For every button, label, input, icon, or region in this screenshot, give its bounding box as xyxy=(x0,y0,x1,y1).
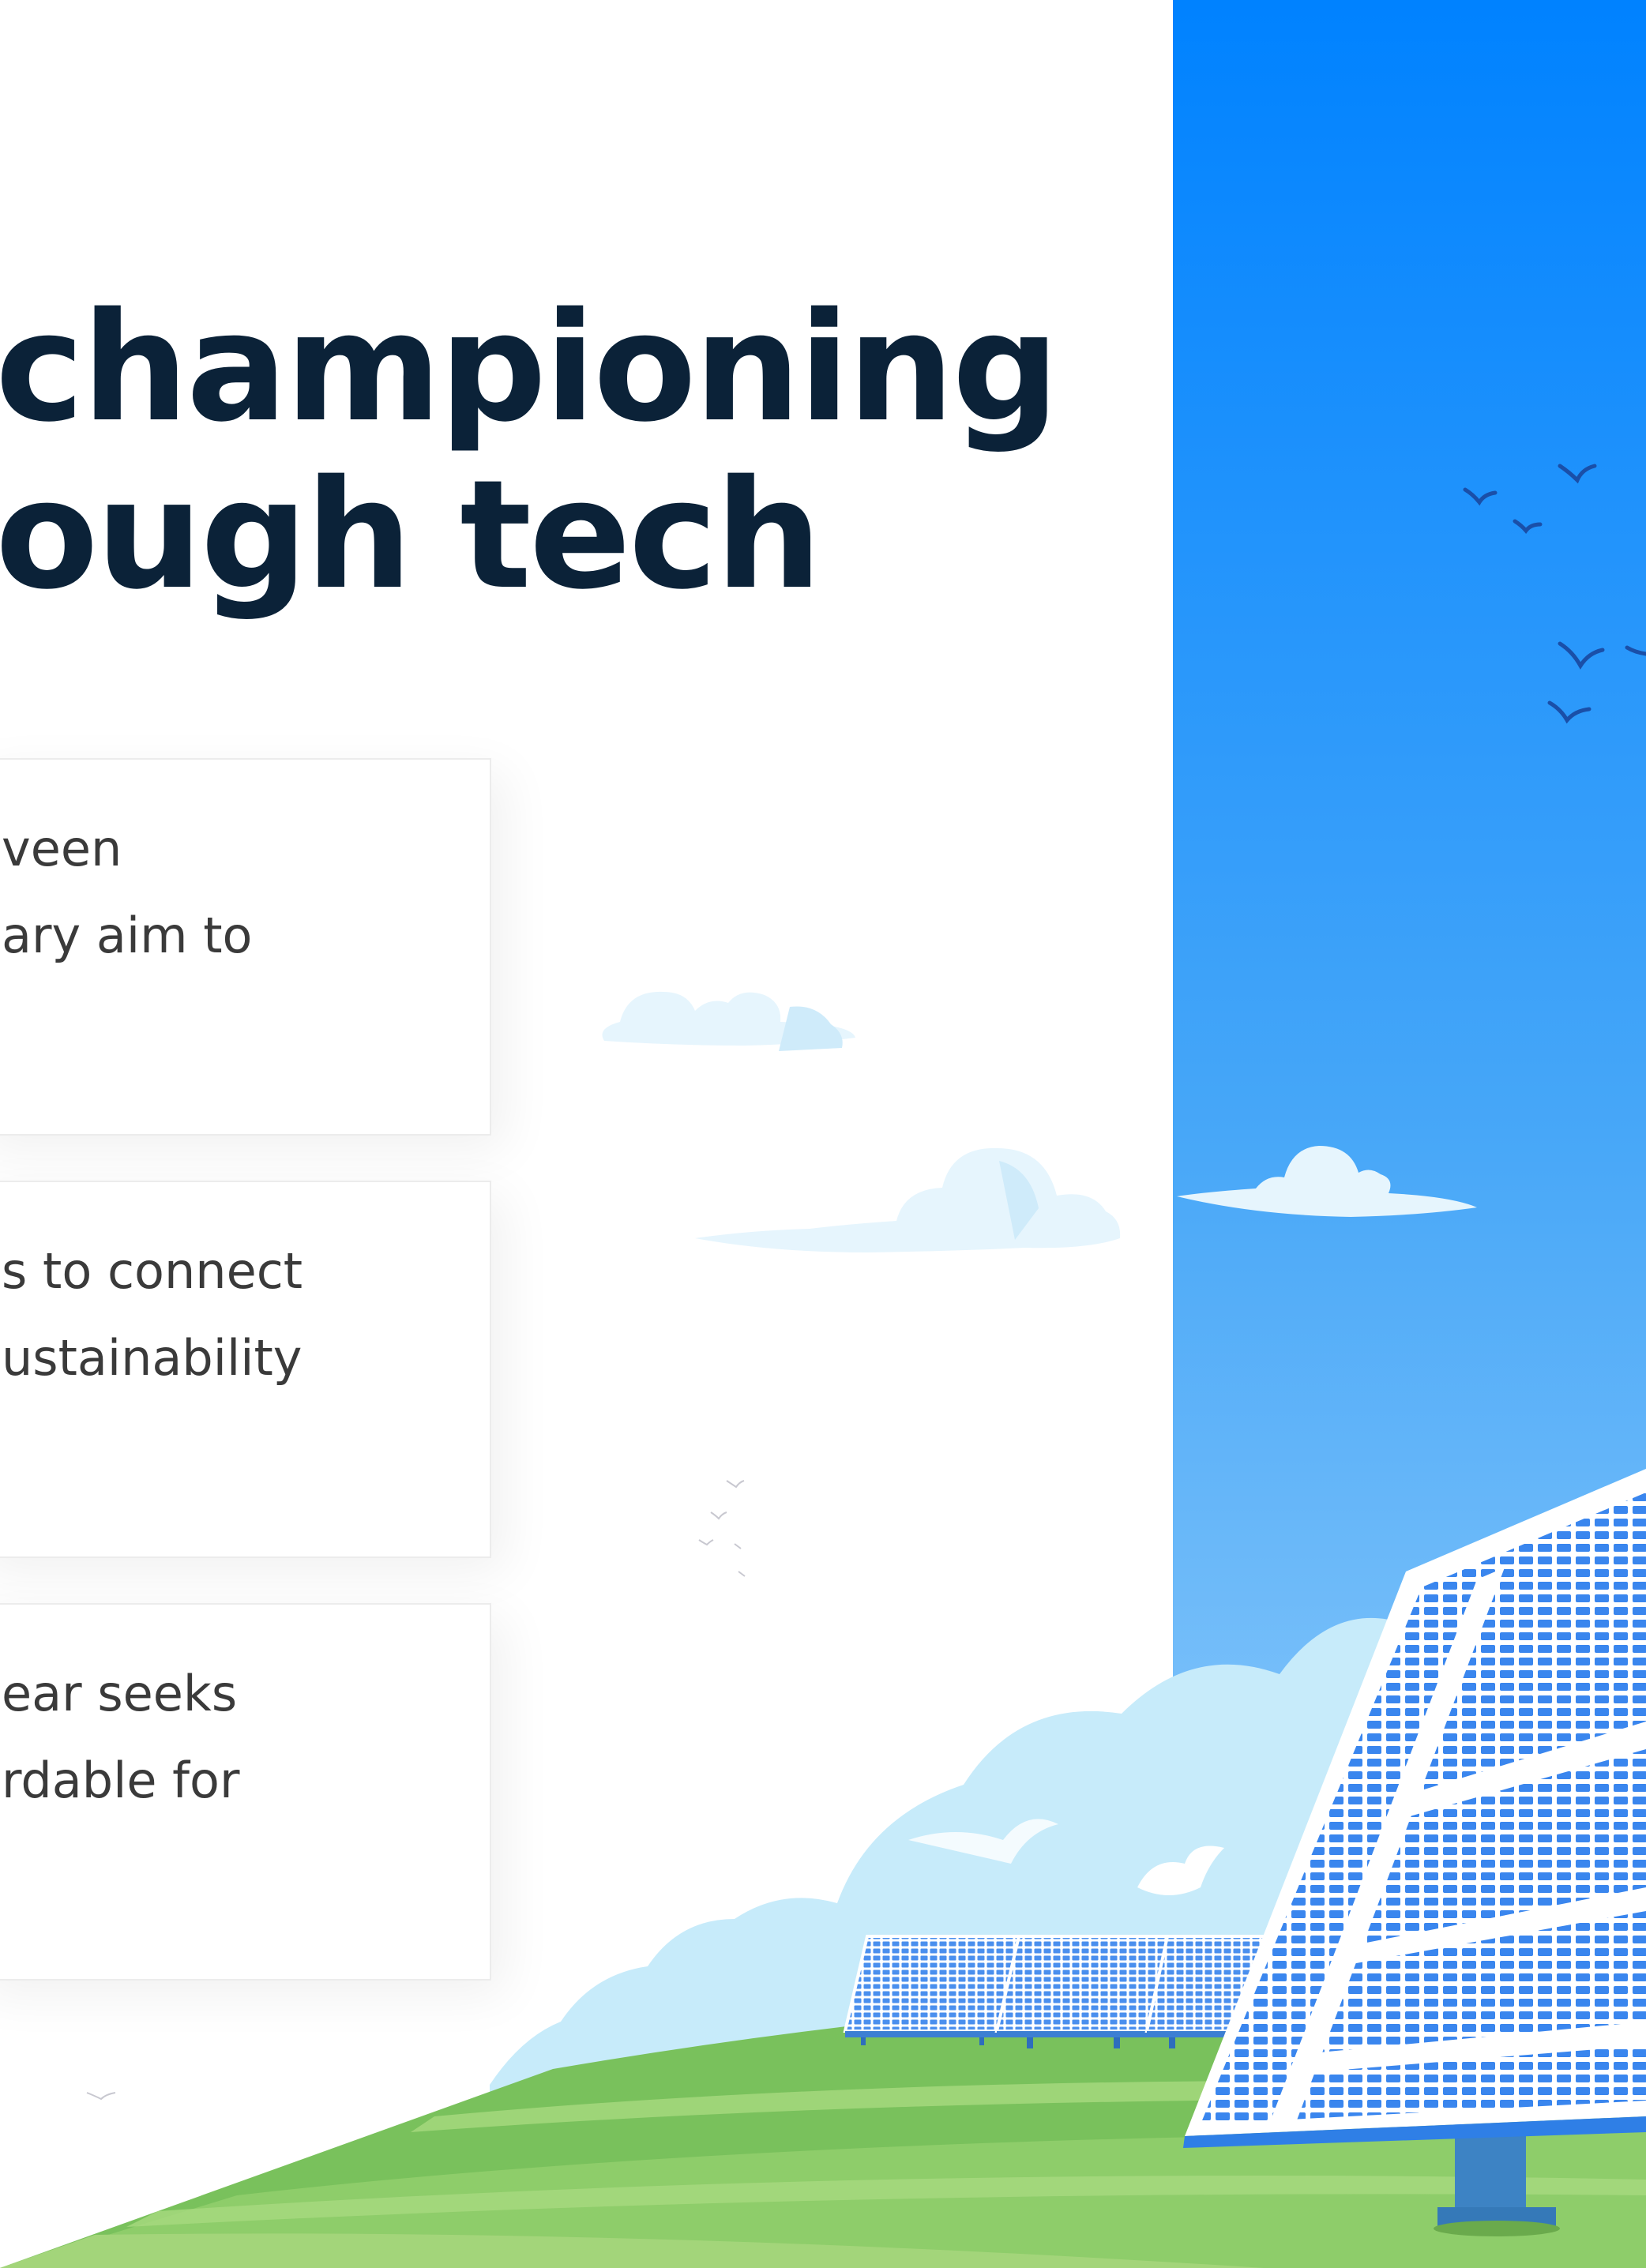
solar-farm-illustration xyxy=(0,0,1646,2268)
cloud-icon xyxy=(695,1147,1121,1252)
solar-panel-icon xyxy=(843,1935,1282,2048)
cloud-icon xyxy=(602,991,855,1051)
